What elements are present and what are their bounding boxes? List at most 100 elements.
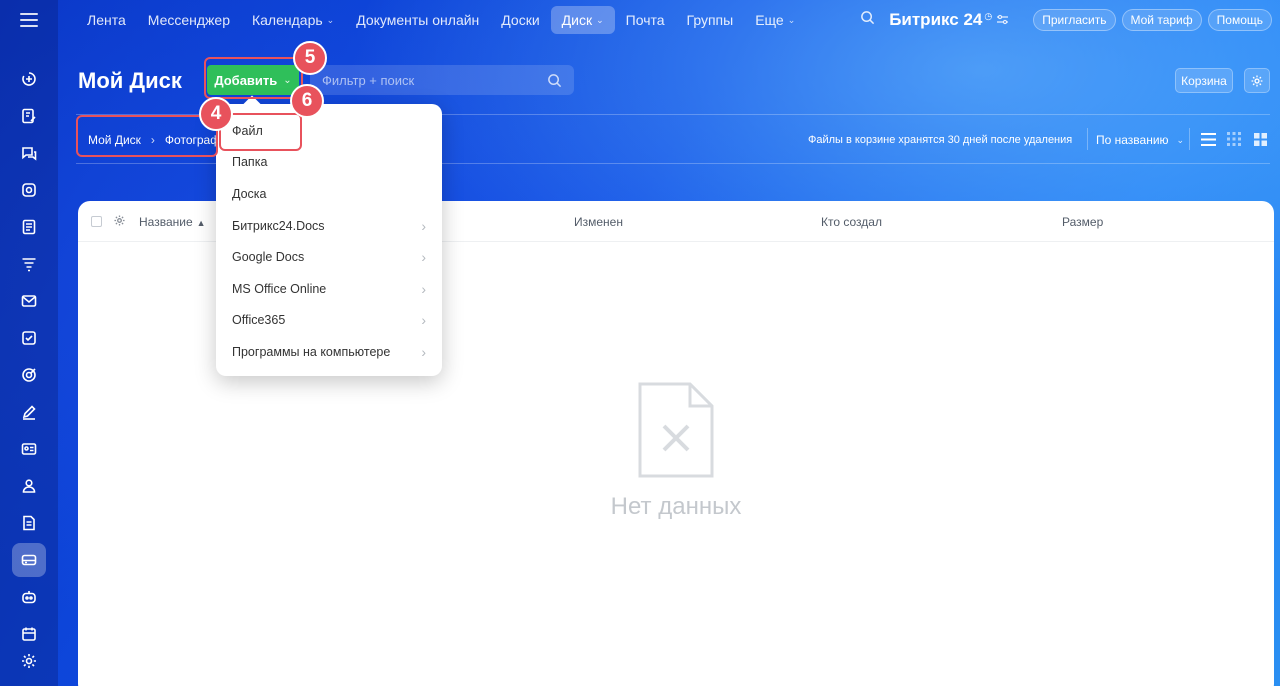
top-right-controls: Битрикс 24 ◷ Пригласить Мой тариф Помощь xyxy=(860,9,1272,31)
trash-retention-note: Файлы в корзине хранятся 30 дней после у… xyxy=(808,134,1073,146)
sidebar-item-contacts[interactable] xyxy=(12,432,46,466)
clock-icon: ◷ xyxy=(984,10,993,21)
sidebar-items xyxy=(12,62,46,654)
sort-asc-icon: ▲ xyxy=(196,218,206,228)
menu-icon[interactable] xyxy=(20,13,38,27)
nav-item-disk[interactable]: Диск ⌄ xyxy=(550,6,615,34)
grid-small-view-icon[interactable] xyxy=(1226,131,1242,147)
nav-item-mail[interactable]: Почта xyxy=(615,6,676,34)
funnel-icon xyxy=(22,258,36,272)
chevron-down-icon: ⌄ xyxy=(1176,134,1185,145)
search-input[interactable] xyxy=(322,72,547,88)
column-name[interactable]: Название ▲ xyxy=(139,215,206,229)
sidebar-settings[interactable] xyxy=(12,644,46,678)
nav-label: Еще xyxy=(755,12,784,28)
sidebar-item-documents[interactable] xyxy=(12,210,46,244)
empty-state-label: Нет данных xyxy=(610,493,742,520)
sidebar-item-feed[interactable] xyxy=(12,62,46,96)
select-all-checkbox[interactable] xyxy=(91,216,102,227)
document-icon xyxy=(23,515,35,531)
chevron-right-icon: › xyxy=(421,343,426,360)
sidebar-item-chat[interactable] xyxy=(12,136,46,170)
nav-label: Документы онлайн xyxy=(356,12,480,28)
disk-icon xyxy=(21,554,37,566)
menu-item-bitrix-docs[interactable]: Битрикс24.Docs › xyxy=(216,210,442,242)
grid-large-view-icon[interactable] xyxy=(1252,131,1268,147)
brand-logo[interactable]: Битрикс 24 ◷ xyxy=(889,10,1009,30)
menu-item-desktop-apps[interactable]: Программы на компьютере › xyxy=(216,336,442,368)
nav-item-messenger[interactable]: Мессенджер xyxy=(137,6,241,34)
filter-search-box[interactable] xyxy=(310,65,574,95)
column-created-by[interactable]: Кто создал xyxy=(821,215,882,229)
chevron-down-icon: ⌄ xyxy=(787,14,796,25)
help-button[interactable]: Помощь xyxy=(1207,9,1272,31)
menu-item-label: Office365 xyxy=(232,313,286,328)
menu-item-google-docs[interactable]: Google Docs › xyxy=(216,241,442,273)
search-icon[interactable] xyxy=(547,73,562,88)
nav-item-feed[interactable]: Лента xyxy=(76,6,137,34)
column-modified[interactable]: Изменен xyxy=(574,215,623,229)
sidebar-item-calendar[interactable] xyxy=(12,173,46,207)
people-icon xyxy=(22,479,36,493)
pen-icon xyxy=(22,405,36,420)
documents-icon xyxy=(22,219,36,235)
menu-item-label: Папка xyxy=(232,155,268,170)
divider xyxy=(1189,128,1190,150)
nav-label: Диск xyxy=(561,12,593,28)
column-size[interactable]: Размер xyxy=(1062,215,1103,229)
chevron-right-icon: › xyxy=(421,280,426,297)
nav-item-documents[interactable]: Документы онлайн xyxy=(345,6,490,34)
page-title: Мой Диск xyxy=(78,68,182,93)
highlight-add-button xyxy=(204,57,303,99)
menu-item-office365[interactable]: Office365 › xyxy=(216,305,442,337)
menu-item-label: Доска xyxy=(232,186,267,201)
nav-label: Мессенджер xyxy=(147,12,230,28)
menu-item-label: Google Docs xyxy=(232,250,305,265)
menu-item-label: Программы на компьютере xyxy=(232,344,391,359)
chevron-right-icon: › xyxy=(421,249,426,266)
nav-label: Доски xyxy=(501,12,540,28)
menu-item-label: Битрикс24.Docs xyxy=(232,218,325,233)
nav-item-more[interactable]: Еще ⌄ xyxy=(744,6,806,34)
sidebar-item-sign[interactable] xyxy=(12,395,46,429)
menu-item-folder[interactable]: Папка xyxy=(216,147,442,179)
robot-icon xyxy=(22,591,36,604)
invite-button[interactable]: Пригласить xyxy=(1033,9,1116,31)
gear-icon xyxy=(22,654,36,668)
sidebar-item-mail[interactable] xyxy=(12,284,46,318)
gear-icon[interactable] xyxy=(113,214,126,227)
chevron-right-icon: › xyxy=(421,312,426,329)
my-tariff-button[interactable]: Мой тариф xyxy=(1121,9,1202,31)
gear-icon xyxy=(1251,75,1263,86)
feed-icon xyxy=(22,72,36,86)
nav-item-boards[interactable]: Доски xyxy=(490,6,550,34)
empty-file-icon xyxy=(638,382,714,478)
nav-label: Лента xyxy=(87,12,126,28)
sidebar-item-robot[interactable] xyxy=(12,580,46,614)
search-icon[interactable] xyxy=(860,10,875,30)
step-marker-6: 6 xyxy=(290,84,324,118)
schedule-icon xyxy=(22,627,36,641)
trash-button[interactable]: Корзина xyxy=(1175,68,1233,93)
nav-item-groups[interactable]: Группы xyxy=(676,6,745,34)
sort-label: По названию xyxy=(1096,133,1169,147)
menu-item-board[interactable]: Доска xyxy=(216,178,442,210)
sort-select[interactable]: По названию ⌄ xyxy=(1096,131,1184,149)
top-navigation: Лента Мессенджер Календарь ⌄ Документы он… xyxy=(76,6,806,34)
page-settings-button[interactable] xyxy=(1244,68,1270,93)
list-view-icon[interactable] xyxy=(1200,131,1216,147)
target-icon xyxy=(22,368,36,382)
sidebar-item-target[interactable] xyxy=(12,358,46,392)
sidebar-item-tasks[interactable] xyxy=(12,99,46,133)
menu-item-ms-office-online[interactable]: MS Office Online › xyxy=(216,273,442,305)
step-marker-5: 5 xyxy=(293,41,327,75)
sidebar-item-document[interactable] xyxy=(12,506,46,540)
sidebar-item-checklist[interactable] xyxy=(12,321,46,355)
mail-icon xyxy=(21,295,37,307)
brand-name: Битрикс 24 xyxy=(889,10,983,29)
settings-sliders-icon xyxy=(996,10,1009,30)
sidebar-item-people[interactable] xyxy=(12,469,46,503)
nav-item-calendar[interactable]: Календарь ⌄ xyxy=(241,6,345,34)
sidebar-item-disk[interactable] xyxy=(12,543,46,577)
sidebar-item-funnel[interactable] xyxy=(12,247,46,281)
